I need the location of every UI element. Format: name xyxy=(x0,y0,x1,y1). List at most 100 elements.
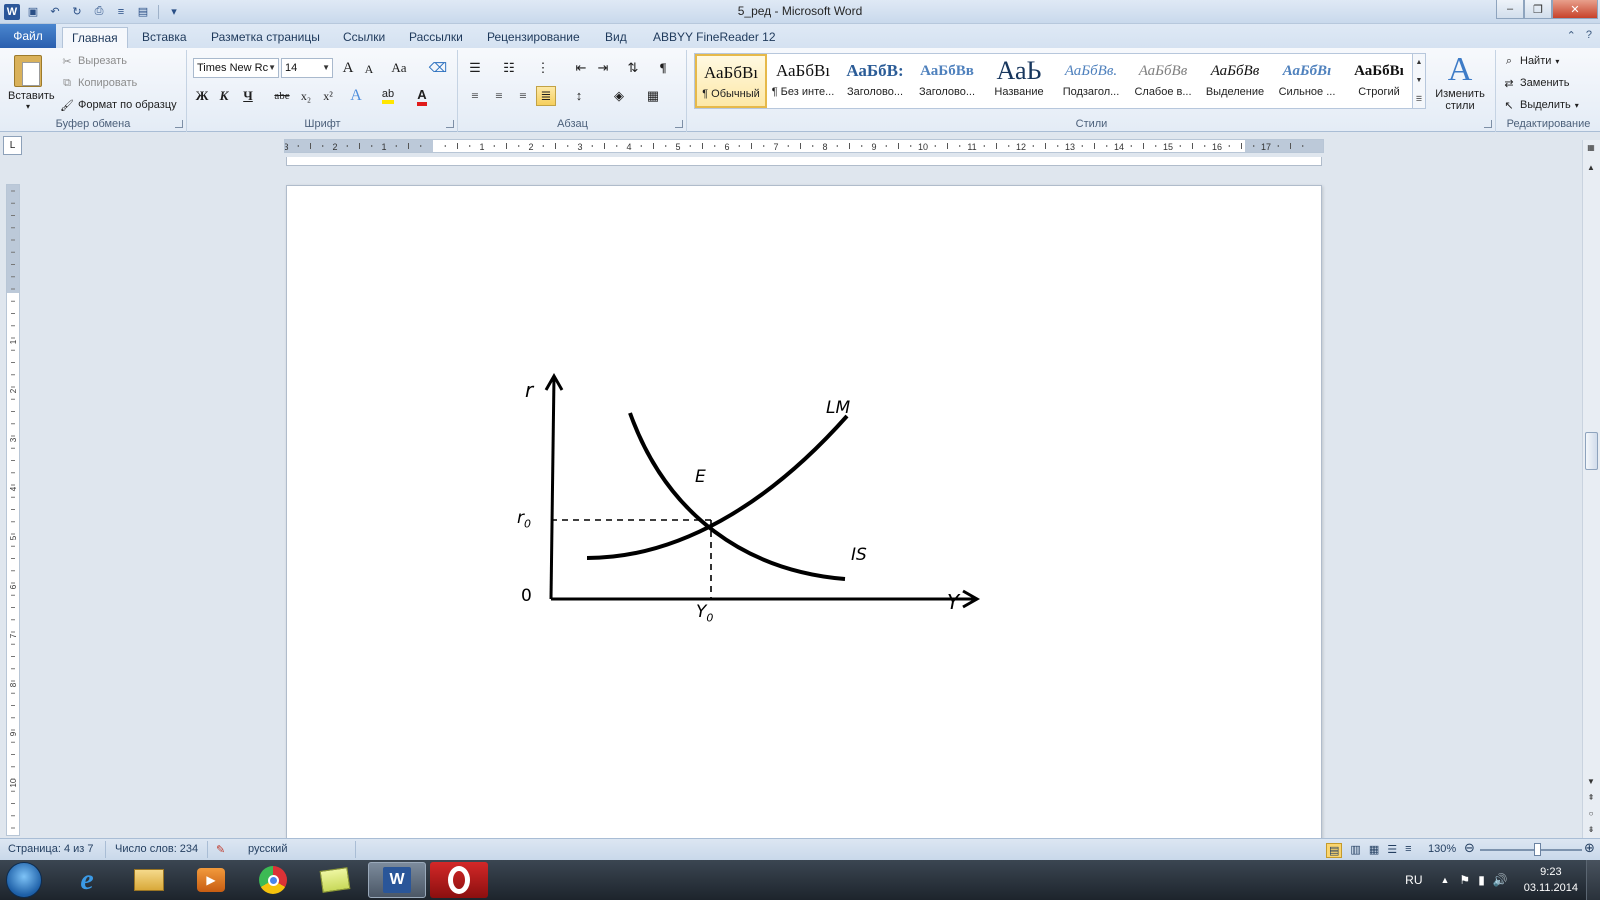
multilevel-list-icon[interactable]: ⋮ xyxy=(533,58,553,78)
align-right-icon[interactable]: ≡ xyxy=(513,86,533,106)
paste-button[interactable]: Вставить ▾ xyxy=(8,53,55,121)
tab-references[interactable]: Ссылки xyxy=(334,27,394,48)
style-subtitle[interactable]: АаБбВв. Подзагол... xyxy=(1055,54,1127,108)
text-effects-icon[interactable]: A xyxy=(346,86,366,106)
tab-mailings[interactable]: Рассылки xyxy=(400,27,472,48)
select-button[interactable]: ↖ Выделить ▾ xyxy=(1502,98,1578,112)
replace-button[interactable]: ⇄ Заменить xyxy=(1502,76,1569,90)
borders-icon[interactable]: ▦ xyxy=(643,86,663,106)
chrome-icon[interactable] xyxy=(244,862,302,898)
full-screen-reading-icon[interactable]: ▥ xyxy=(1350,843,1360,858)
show-marks-button[interactable]: ¶ xyxy=(653,58,673,78)
tab-insert[interactable]: Вставка xyxy=(133,27,196,48)
sticky-notes-icon[interactable] xyxy=(306,862,364,898)
tab-view[interactable]: Вид xyxy=(596,27,636,48)
minimize-ribbon-icon[interactable]: ⌃ xyxy=(1567,29,1576,42)
subscript-button[interactable]: x₂ xyxy=(296,86,316,106)
vertical-scrollbar[interactable]: ▦ ▲ ▼ ⇞ ○ ⇟ xyxy=(1582,140,1600,838)
line-spacing-icon[interactable]: ↕ xyxy=(569,86,589,106)
change-styles-button[interactable]: A Изменить стили xyxy=(1430,52,1490,113)
folder-icon[interactable] xyxy=(120,862,178,898)
underline-button[interactable]: Ч xyxy=(238,86,258,106)
align-center-icon[interactable]: ≡ xyxy=(489,86,509,106)
style-intense-emphasis[interactable]: АаБбВı Сильное ... xyxy=(1271,54,1343,108)
network-signal-icon[interactable]: ▮ xyxy=(1478,873,1485,887)
draft-icon[interactable]: ≡ xyxy=(1405,843,1411,858)
minimize-button[interactable]: – xyxy=(1496,0,1524,19)
justify-icon[interactable]: ≣ xyxy=(536,86,556,106)
tab-selector-button[interactable]: L xyxy=(3,136,22,155)
show-desktop-button[interactable] xyxy=(1586,860,1600,900)
scroll-up-icon[interactable]: ▲ xyxy=(1416,59,1423,66)
language-indicator[interactable]: русский xyxy=(248,843,287,855)
align-left-icon[interactable]: ≡ xyxy=(465,86,485,106)
dialog-launcher-icon[interactable] xyxy=(446,120,454,128)
proofing-icon[interactable]: ✎ xyxy=(216,843,225,856)
restore-button[interactable]: ❐ xyxy=(1524,0,1552,19)
zoom-slider-thumb[interactable] xyxy=(1533,843,1541,856)
style-heading-1[interactable]: АаБбВ: Заголово... xyxy=(839,54,911,108)
tab-page-layout[interactable]: Разметка страницы xyxy=(202,27,329,48)
style-heading-2[interactable]: АаБбВв Заголово... xyxy=(911,54,983,108)
browse-object-icon[interactable]: ○ xyxy=(1583,806,1599,822)
more-styles-icon[interactable]: ☰ xyxy=(1416,95,1422,103)
show-hidden-icons-icon[interactable]: ▲ xyxy=(1441,875,1450,885)
styles-gallery-scroll[interactable]: ▲ ▼ ☰ xyxy=(1412,53,1426,109)
style-normal[interactable]: АаБбВı ¶ Обычный xyxy=(695,54,767,108)
scroll-down-icon[interactable]: ▼ xyxy=(1416,77,1423,84)
decrease-indent-icon[interactable]: ⇤ xyxy=(571,58,591,78)
page-count[interactable]: Страница: 4 из 7 xyxy=(8,843,94,855)
outline-icon[interactable]: ☰ xyxy=(1387,843,1397,858)
numbering-icon[interactable]: ☷ xyxy=(499,58,519,78)
action-center-flag-icon[interactable]: ⚑ xyxy=(1459,873,1470,887)
scrollbar-thumb[interactable] xyxy=(1585,432,1598,470)
sort-icon[interactable]: ⇅ xyxy=(623,58,643,78)
zoom-in-icon[interactable]: ⊕ xyxy=(1584,840,1595,856)
print-layout-icon[interactable]: ▤ xyxy=(1326,843,1343,858)
shading-icon[interactable]: ◈ xyxy=(609,86,629,106)
shrink-font-button[interactable]: A xyxy=(359,59,379,79)
word-icon[interactable]: W xyxy=(368,862,426,898)
tab-home[interactable]: Главная xyxy=(62,27,128,48)
strikethrough-button[interactable]: abe xyxy=(272,86,292,106)
zoom-slider[interactable] xyxy=(1480,849,1582,851)
scroll-down-icon[interactable]: ▼ xyxy=(1583,774,1599,790)
change-case-button[interactable]: Aa xyxy=(386,58,412,78)
horizontal-ruler[interactable]: 3 2 1 1 2 3 4 5 6 7 8 9 10 11 12 13 14 15 16 17 xyxy=(284,139,1324,153)
grow-font-button[interactable]: A xyxy=(338,58,358,78)
style-emphasis[interactable]: АаБбВв Выделение xyxy=(1199,54,1271,108)
help-icon[interactable]: ? xyxy=(1586,29,1592,42)
clock[interactable]: 9:23 03.11.2014 xyxy=(1524,864,1578,896)
internet-explorer-icon[interactable]: e xyxy=(58,862,116,898)
word-count[interactable]: Число слов: 234 xyxy=(115,843,198,855)
increase-indent-icon[interactable]: ⇥ xyxy=(593,58,613,78)
superscript-button[interactable]: x² xyxy=(318,86,338,106)
clear-formatting-icon[interactable]: ⌫ xyxy=(428,58,448,78)
view-ruler-icon[interactable]: ▦ xyxy=(1583,140,1599,156)
format-painter-button[interactable]: 🖌 Формат по образцу xyxy=(60,98,177,112)
style-no-spacing[interactable]: АаБбВı ¶ Без инте... xyxy=(767,54,839,108)
scroll-up-icon[interactable]: ▲ xyxy=(1583,160,1599,176)
web-layout-icon[interactable]: ▦ xyxy=(1369,843,1379,858)
style-title[interactable]: АаЬ Название xyxy=(983,54,1055,108)
style-strong[interactable]: АаБбВı Строгий xyxy=(1343,54,1415,108)
language-indicator[interactable]: RU xyxy=(1405,873,1422,887)
tab-review[interactable]: Рецензирование xyxy=(478,27,589,48)
copy-button[interactable]: ⧉ Копировать xyxy=(60,76,137,90)
zoom-out-icon[interactable]: ⊖ xyxy=(1464,840,1475,856)
font-size-select[interactable]: 14 ▼ xyxy=(281,58,333,78)
next-page-icon[interactable]: ⇟ xyxy=(1583,822,1599,838)
previous-page-icon[interactable]: ⇞ xyxy=(1583,790,1599,806)
dialog-launcher-icon[interactable] xyxy=(675,120,683,128)
font-family-select[interactable]: Times New Rc ▼ xyxy=(193,58,279,78)
close-button[interactable]: ✕ xyxy=(1552,0,1598,19)
cut-button[interactable]: ✂ Вырезать xyxy=(60,54,127,68)
highlight-icon[interactable]: ab xyxy=(378,86,398,106)
dialog-launcher-icon[interactable] xyxy=(175,120,183,128)
zoom-level[interactable]: 130% xyxy=(1428,843,1456,855)
italic-button[interactable]: К xyxy=(214,86,234,106)
tab-file[interactable]: Файл xyxy=(0,24,56,48)
media-player-icon[interactable]: ▶ xyxy=(182,862,240,898)
font-color-icon[interactable]: A xyxy=(412,86,432,106)
bullets-icon[interactable]: ☰ xyxy=(465,58,485,78)
